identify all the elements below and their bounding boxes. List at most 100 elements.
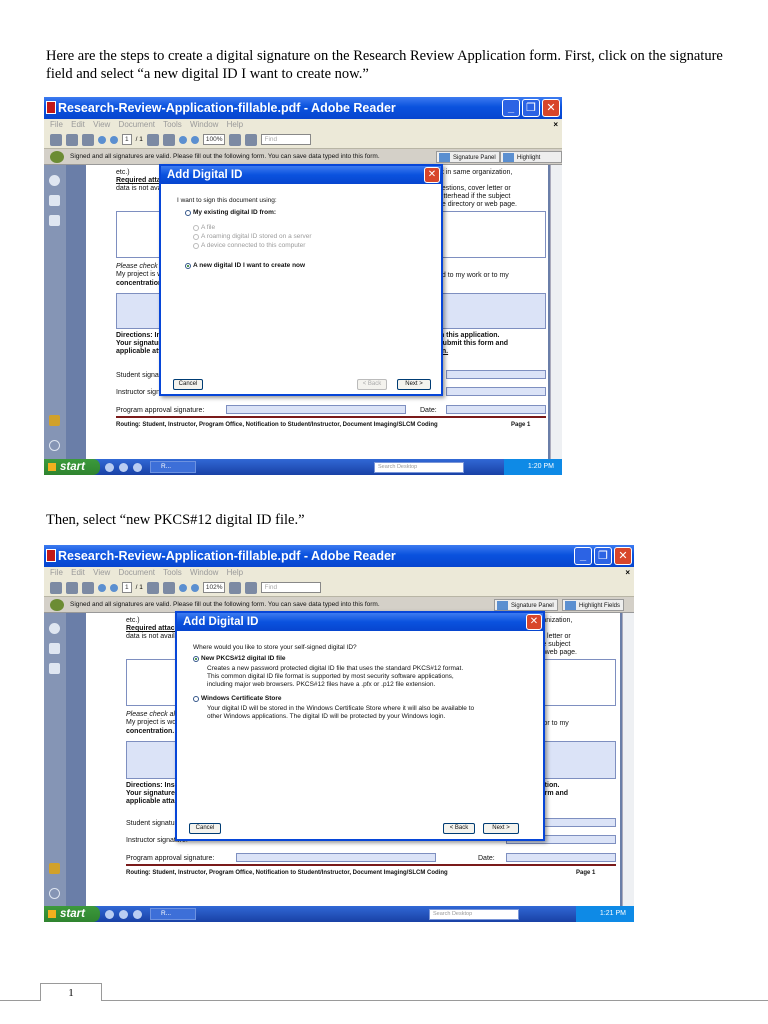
program-signature-field[interactable] [236, 853, 436, 862]
step1-instruction: Here are the steps to create a digital s… [46, 48, 723, 82]
quicklaunch-icon[interactable] [105, 909, 114, 919]
next-page-icon[interactable] [110, 583, 118, 592]
quicklaunch-ie-icon[interactable] [119, 462, 128, 472]
attachments-icon[interactable] [49, 415, 60, 426]
student-date-field[interactable] [446, 370, 546, 379]
page-number-field[interactable]: 1 [122, 134, 132, 145]
quicklaunch-media-icon[interactable] [133, 462, 142, 472]
page-total: / 1 [135, 136, 143, 143]
program-signature-field[interactable] [226, 405, 406, 414]
cancel-button[interactable]: Cancel [173, 379, 203, 390]
radio-roaming[interactable]: A roaming digital ID stored on a server [193, 233, 312, 241]
print-icon[interactable] [50, 133, 62, 146]
paperclip-icon[interactable] [49, 888, 60, 899]
desktop-search-input[interactable]: Search Desktop [429, 908, 519, 920]
next-button[interactable]: Next > [397, 379, 431, 390]
zoom-out-icon[interactable] [178, 135, 187, 144]
find-input[interactable]: Find [261, 582, 322, 593]
screenshot-add-digital-id-step1: Research-Review-Application-fillable.pdf… [44, 97, 562, 475]
zoom-field[interactable]: 102% [202, 582, 226, 593]
radio-existing-id[interactable]: My existing digital ID from: [185, 209, 276, 217]
windows-flag-icon [48, 910, 56, 918]
vertical-scrollbar[interactable] [622, 613, 634, 906]
start-button[interactable]: start [44, 906, 100, 922]
signatures-icon[interactable] [49, 215, 60, 226]
quicklaunch-media-icon[interactable] [133, 909, 142, 919]
attachments-icon[interactable] [49, 863, 60, 874]
print-icon[interactable] [50, 581, 62, 594]
radio-new-id[interactable]: A new digital ID I want to create now [185, 262, 305, 270]
page-number-field[interactable]: 1 [122, 582, 132, 593]
fit-width-icon[interactable] [245, 581, 258, 594]
menu-bar[interactable]: File Edit View Document Tools Window Hel… [44, 567, 634, 579]
fit-width-icon[interactable] [245, 133, 258, 146]
minimize-button[interactable]: _ [574, 547, 592, 565]
taskbar-item-reader[interactable]: R... [150, 461, 196, 473]
info-icon[interactable] [49, 623, 60, 634]
signature-message-bar: Signed and all signatures are valid. Ple… [44, 149, 562, 173]
zoom-field[interactable]: 100% [202, 134, 226, 145]
previous-page-icon[interactable] [98, 135, 106, 144]
add-digital-id-dialog: Add Digital ID ✕ I want to sign this docu… [159, 164, 443, 396]
email-icon[interactable] [66, 581, 78, 594]
navigation-panel [44, 165, 66, 459]
hand-tool-icon[interactable] [162, 133, 175, 146]
next-button[interactable]: Next > [483, 823, 519, 834]
close-button[interactable]: ✕ [614, 547, 632, 565]
fit-page-icon[interactable] [229, 581, 242, 594]
highlight-fields-button[interactable]: Highlight Fields [500, 151, 562, 173]
taskbar-item-reader[interactable]: R... [150, 908, 196, 920]
dialog-close-button[interactable]: ✕ [424, 167, 440, 183]
zoom-out-icon[interactable] [178, 583, 187, 592]
collaborate-icon[interactable] [82, 581, 94, 594]
pages-icon[interactable] [49, 195, 60, 206]
collaborate-icon[interactable] [82, 133, 94, 146]
instructor-date-field[interactable] [446, 387, 546, 396]
email-icon[interactable] [66, 133, 78, 146]
adobe-reader-icon [46, 101, 56, 114]
close-document-icon[interactable]: × [553, 119, 558, 131]
next-page-icon[interactable] [110, 135, 118, 144]
clock: 1:21 PM [575, 906, 634, 922]
zoom-in-icon[interactable] [190, 135, 199, 144]
paperclip-icon[interactable] [49, 440, 60, 451]
dialog-title: Add Digital ID [183, 616, 259, 628]
highlight-fields-button[interactable]: Highlight Fields [562, 599, 625, 611]
radio-device[interactable]: A device connected to this computer [193, 242, 305, 250]
previous-page-icon[interactable] [98, 583, 106, 592]
minimize-button[interactable]: _ [502, 99, 520, 117]
dialog-title: Add Digital ID [167, 169, 243, 181]
maximize-button[interactable]: ❐ [594, 547, 612, 565]
fit-page-icon[interactable] [229, 133, 242, 146]
radio-file[interactable]: A file [193, 224, 215, 232]
hand-tool-icon[interactable] [162, 581, 175, 594]
pages-icon[interactable] [49, 643, 60, 654]
quicklaunch-icon[interactable] [105, 462, 114, 472]
program-date-field[interactable] [446, 405, 546, 414]
vertical-scrollbar[interactable] [550, 165, 562, 459]
signature-panel-button[interactable]: Signature Panel [494, 599, 558, 611]
signatures-icon[interactable] [49, 663, 60, 674]
signature-panel-button[interactable]: Signature Panel [436, 151, 500, 163]
desktop-search-input[interactable]: Search Desktop [374, 461, 464, 473]
zoom-in-icon[interactable] [190, 583, 199, 592]
quicklaunch-ie-icon[interactable] [119, 909, 128, 919]
maximize-button[interactable]: ❐ [522, 99, 540, 117]
dialog-close-button[interactable]: ✕ [526, 614, 542, 630]
close-button[interactable]: ✕ [542, 99, 560, 117]
cancel-button[interactable]: Cancel [189, 823, 221, 834]
program-date-field[interactable] [506, 853, 616, 862]
adobe-reader-icon [46, 549, 56, 562]
radio-pkcs12[interactable]: New PKCS#12 digital ID file [193, 655, 286, 663]
select-tool-icon[interactable] [146, 581, 159, 594]
radio-windows-store[interactable]: Windows Certificate Store [193, 695, 281, 703]
select-tool-icon[interactable] [146, 133, 159, 146]
back-button[interactable]: < Back [357, 379, 387, 390]
close-document-icon[interactable]: × [625, 567, 630, 579]
window-title: Research-Review-Application-fillable.pdf… [58, 101, 396, 115]
back-button[interactable]: < Back [443, 823, 475, 834]
menu-bar[interactable]: File Edit View Document Tools Window Hel… [44, 119, 562, 131]
info-icon[interactable] [49, 175, 60, 186]
find-input[interactable]: Find [261, 134, 312, 145]
start-button[interactable]: start [44, 459, 100, 475]
